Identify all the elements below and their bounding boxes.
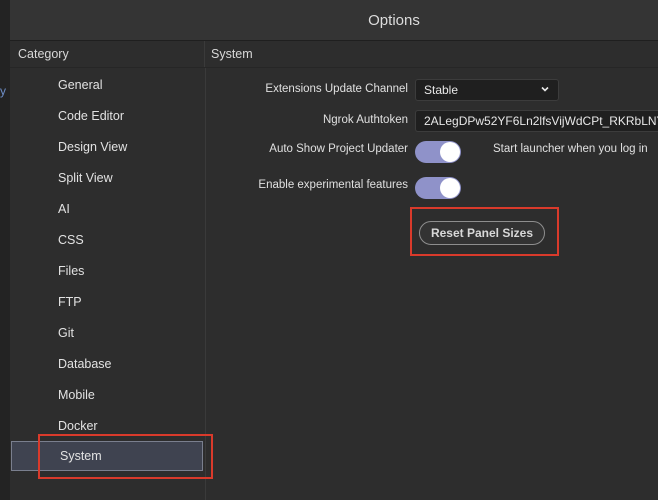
toggle-knob bbox=[440, 178, 460, 198]
category-item-css[interactable]: CSS bbox=[10, 225, 205, 255]
category-item-files[interactable]: Files bbox=[10, 256, 205, 286]
update-channel-select[interactable]: Stable bbox=[415, 79, 559, 101]
category-item-database[interactable]: Database bbox=[10, 349, 205, 379]
category-item-split-view[interactable]: Split View bbox=[10, 163, 205, 193]
update-channel-label: Extensions Update Channel bbox=[265, 83, 408, 95]
category-item-design-view[interactable]: Design View bbox=[10, 132, 205, 162]
chevron-down-icon bbox=[540, 84, 550, 97]
category-item-docker[interactable]: Docker bbox=[10, 411, 205, 441]
options-dialog: Options Category System General Code Edi… bbox=[10, 0, 658, 500]
ngrok-label: Ngrok Authtoken bbox=[322, 114, 408, 126]
system-settings-panel: Extensions Update Channel Stable Ngrok A… bbox=[206, 68, 658, 500]
title-bar: Options bbox=[10, 0, 658, 41]
category-item-ftp[interactable]: FTP bbox=[10, 287, 205, 317]
toggle-knob bbox=[440, 142, 460, 162]
auto-show-label: Auto Show Project Updater bbox=[269, 143, 408, 155]
category-header: Category bbox=[10, 41, 205, 67]
auto-show-toggle[interactable] bbox=[415, 141, 461, 163]
experimental-toggle[interactable] bbox=[415, 177, 461, 199]
dialog-title: Options bbox=[368, 11, 420, 29]
background-window-text: y bbox=[0, 84, 6, 98]
category-item-git[interactable]: Git bbox=[10, 318, 205, 348]
column-headers: Category System bbox=[10, 41, 658, 68]
reset-panel-sizes-button[interactable]: Reset Panel Sizes bbox=[419, 221, 545, 245]
ngrok-authtoken-input[interactable]: 2ALegDPw52YF6Ln2lfsVijWdCPt_RKRbLNY bbox=[415, 110, 658, 132]
category-item-general[interactable]: General bbox=[10, 70, 205, 100]
category-item-mobile[interactable]: Mobile bbox=[10, 380, 205, 410]
panel-header: System bbox=[211, 47, 253, 61]
category-list: General Code Editor Design View Split Vi… bbox=[10, 68, 206, 500]
category-item-code-editor[interactable]: Code Editor bbox=[10, 101, 205, 131]
category-item-ai[interactable]: AI bbox=[10, 194, 205, 224]
experimental-label: Enable experimental features bbox=[258, 179, 408, 191]
category-item-system[interactable]: System bbox=[11, 441, 203, 471]
update-channel-value: Stable bbox=[424, 83, 459, 97]
start-launcher-label: Start launcher when you log in bbox=[493, 143, 648, 155]
